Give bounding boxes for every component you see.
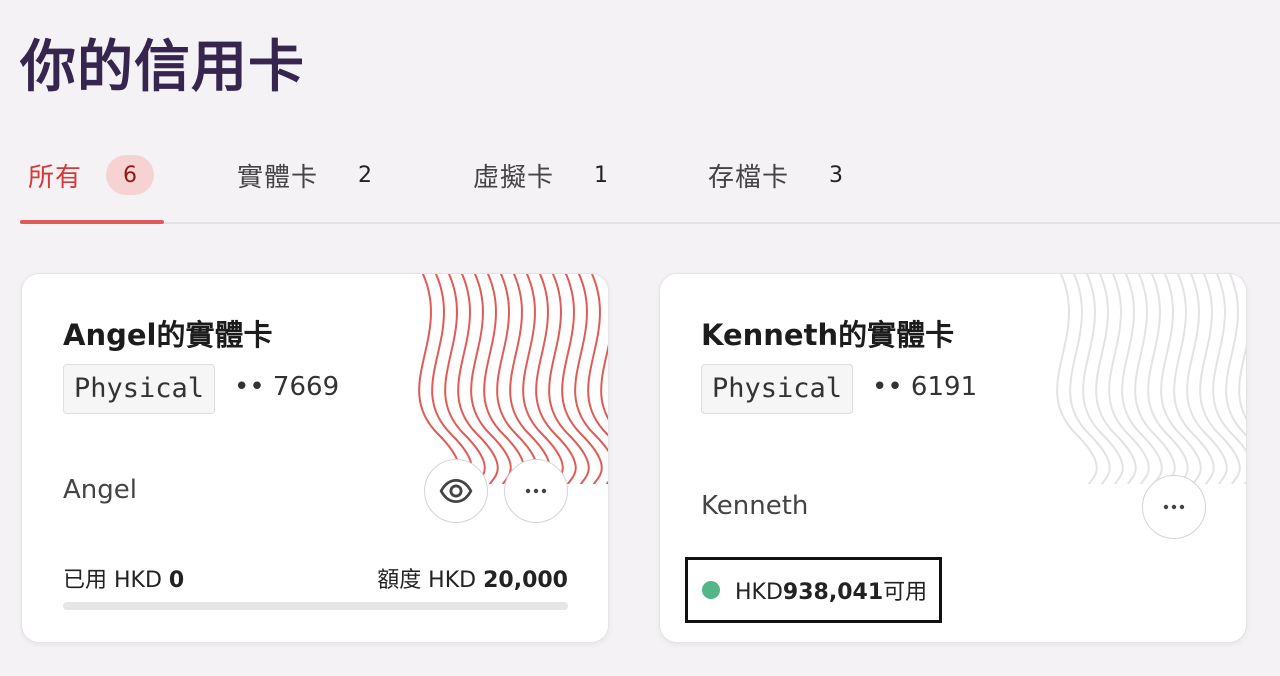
pattern-line: [1147, 274, 1189, 484]
pattern-line: [535, 274, 577, 484]
pattern-line: [1186, 274, 1228, 484]
tab-archived-label: 存檔卡: [708, 162, 790, 193]
tab-virtual-count: 1: [594, 162, 609, 188]
tab-archived-count: 3: [829, 162, 844, 188]
active-tab-indicator: [20, 220, 164, 224]
used-value: 0: [168, 568, 185, 593]
cardholder-name: Kenneth: [701, 491, 809, 521]
eye-icon: [439, 478, 473, 504]
pattern-line: [431, 274, 473, 484]
more-options-button[interactable]: [504, 459, 568, 523]
pattern-line: [1199, 274, 1241, 484]
cardholder-name: Angel: [63, 475, 137, 505]
tab-physical-label: 實體卡: [237, 162, 319, 193]
pattern-line: [470, 274, 512, 484]
credit-limit: 額度 HKD 20,000: [377, 562, 568, 594]
available-currency: HKD: [735, 580, 783, 605]
tab-all-count-badge: 6: [106, 155, 155, 195]
tab-virtual-label: 虛擬卡: [473, 162, 555, 193]
card-title: Kenneth的實體卡: [701, 318, 955, 352]
pattern-line: [1082, 274, 1124, 484]
more-options-button[interactable]: [1142, 475, 1206, 539]
pattern-line: [1108, 274, 1150, 484]
card-title: Angel的實體卡: [63, 318, 273, 352]
tab-physical-count: 2: [358, 162, 373, 188]
pattern-line: [509, 274, 551, 484]
used-amount: 已用 HKD 0: [63, 562, 184, 594]
limit-value: 20,000: [483, 568, 568, 593]
credit-card-angel[interactable]: Angel的實體卡 Physical •• 7669 Angel 已用 HKD …: [21, 273, 609, 643]
card-filter-tabs: 所有 6 實體卡 2 虛擬卡 1 存檔卡 3: [20, 128, 1280, 224]
pattern-line: [483, 274, 525, 484]
used-label: 已用 HKD: [63, 568, 169, 593]
pattern-line: [496, 274, 538, 484]
tab-all-label: 所有: [28, 162, 83, 193]
card-number-masked: •• 7669: [234, 372, 340, 402]
pattern-line: [418, 274, 460, 484]
credit-card-kenneth[interactable]: Kenneth的實體卡 Physical •• 6191 Kenneth HKD…: [659, 273, 1247, 643]
pattern-line: [548, 274, 590, 484]
available-value: 938,041: [782, 580, 884, 605]
usage-progress-bar: [63, 602, 568, 610]
pattern-line: [561, 274, 603, 484]
tab-archived[interactable]: 存檔卡 3: [708, 128, 843, 222]
pattern-line: [1160, 274, 1202, 484]
pattern-line: [522, 274, 564, 484]
pattern-line: [1173, 274, 1215, 484]
card-type-badge: Physical: [701, 364, 854, 414]
card-pattern-decoration: [1056, 274, 1246, 484]
pattern-line: [1121, 274, 1163, 484]
pattern-line: [1134, 274, 1176, 484]
pattern-line: [1238, 274, 1246, 420]
card-pattern-decoration: [418, 274, 608, 484]
more-horizontal-icon: [1163, 504, 1185, 510]
page-title: 你的信用卡: [20, 35, 305, 100]
pattern-line: [444, 274, 486, 484]
tab-virtual[interactable]: 虛擬卡 1: [473, 128, 608, 222]
usage-summary: 已用 HKD 0 額度 HKD 20,000: [63, 562, 568, 594]
available-credit-box: HKD938,041可用: [685, 557, 942, 623]
card-number-masked: •• 6191: [872, 372, 978, 402]
pattern-line: [1069, 274, 1111, 484]
limit-label: 額度 HKD: [377, 568, 484, 593]
available-suffix: 可用: [883, 580, 928, 605]
tab-all[interactable]: 所有 6: [28, 128, 155, 222]
pattern-line: [457, 274, 499, 484]
more-horizontal-icon: [525, 488, 547, 494]
status-dot: [702, 581, 720, 599]
view-card-button[interactable]: [424, 459, 488, 523]
pattern-line: [600, 274, 608, 420]
available-credit-text: HKD938,041可用: [735, 574, 927, 606]
tab-physical[interactable]: 實體卡 2: [237, 128, 372, 222]
pattern-line: [1095, 274, 1137, 484]
pattern-line: [1056, 274, 1098, 484]
card-type-badge: Physical: [63, 364, 216, 414]
